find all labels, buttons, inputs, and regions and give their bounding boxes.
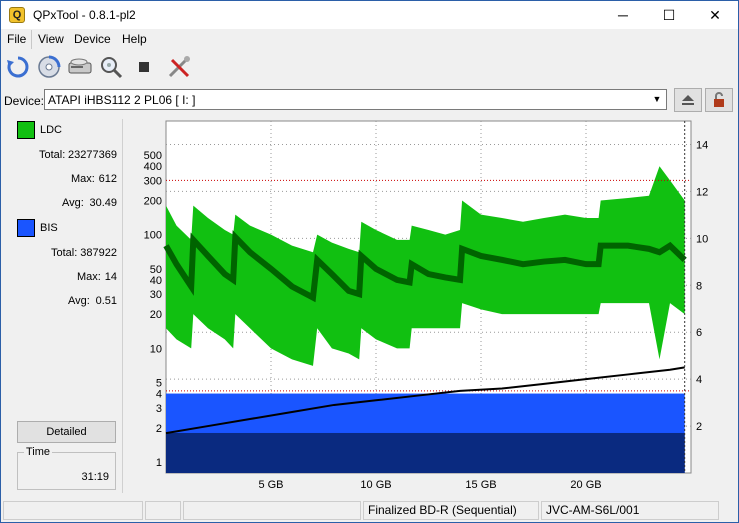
y-left-tick-label: 200 [144, 195, 162, 207]
y-left-tick-label: 400 [144, 161, 162, 173]
y-left-tick-label: 4 [156, 389, 162, 401]
app-window: Q QPxTool - 0.8.1-pl2 ─ ☐ ✕ File View De… [0, 0, 739, 523]
y-left-tick-label: 10 [150, 343, 162, 355]
status-media-id: JVC-AM-S6L/001 [541, 501, 719, 520]
y-left-tick-label: 100 [144, 230, 162, 242]
scan-chart: 5 GB 10 GB 15 GB 20 GB123451020304050100200… [144, 120, 708, 491]
y-left-tick-label: 500 [144, 150, 162, 162]
y-right-tick-label: 10 [696, 233, 708, 245]
x-tick-label: 10 GB [360, 479, 391, 491]
y-left-tick-label: 20 [150, 309, 162, 321]
bis-dark-area [166, 432, 685, 473]
y-right-tick-label: 12 [696, 186, 708, 198]
y-right-tick-label: 2 [696, 421, 702, 433]
y-left-tick-label: 30 [150, 289, 162, 301]
y-right-tick-label: 4 [696, 374, 702, 386]
x-tick-label: 5 GB [258, 479, 283, 491]
y-left-tick-label: 50 [150, 264, 162, 276]
y-left-tick-label: 40 [150, 275, 162, 287]
status-media-type: Finalized BD-R (Sequential) [363, 501, 539, 520]
status-cell-3 [183, 501, 361, 520]
status-bar: Finalized BD-R (Sequential) JVC-AM-S6L/0… [1, 500, 738, 522]
y-left-tick-label: 2 [156, 423, 162, 435]
y-right-tick-label: 8 [696, 280, 702, 292]
y-right-tick-label: 6 [696, 327, 702, 339]
y-left-tick-label: 3 [156, 403, 162, 415]
y-left-tick-label: 1 [156, 457, 162, 469]
y-right-tick-label: 14 [696, 139, 708, 151]
x-tick-label: 15 GB [465, 479, 496, 491]
status-cell-1 [3, 501, 143, 520]
status-cell-2 [145, 501, 181, 520]
y-left-tick-label: 5 [156, 378, 162, 390]
y-left-tick-label: 300 [144, 175, 162, 187]
x-tick-label: 20 GB [570, 479, 601, 491]
